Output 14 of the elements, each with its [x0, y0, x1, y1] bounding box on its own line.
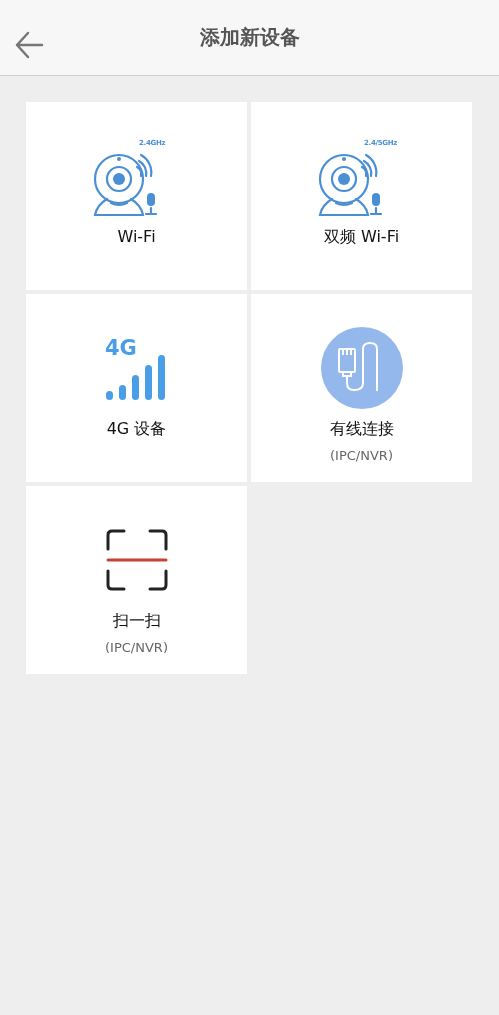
option-sublabel: (IPC/NVR): [330, 448, 393, 463]
option-label: 有线连接: [329, 419, 394, 440]
device-option-tile[interactable]: 扫一扫 (IPC/NVR): [26, 486, 247, 674]
device-option-tile[interactable]: 有线连接 (IPC/NVR): [251, 294, 472, 482]
device-option-tile[interactable]: 4G 4G 设备: [26, 294, 247, 482]
back-arrow-icon: [14, 31, 44, 59]
option-label: 4G 设备: [106, 419, 167, 440]
option-label: 双频 Wi-Fi: [323, 227, 400, 248]
page-title: 添加新设备: [199, 24, 300, 51]
scan-icon: [105, 529, 168, 591]
option-sublabel: (IPC/NVR): [105, 640, 168, 655]
option-label: Wi-Fi: [117, 227, 156, 246]
cable-icon: [320, 327, 403, 409]
option-label: 扫一扫: [112, 611, 161, 632]
